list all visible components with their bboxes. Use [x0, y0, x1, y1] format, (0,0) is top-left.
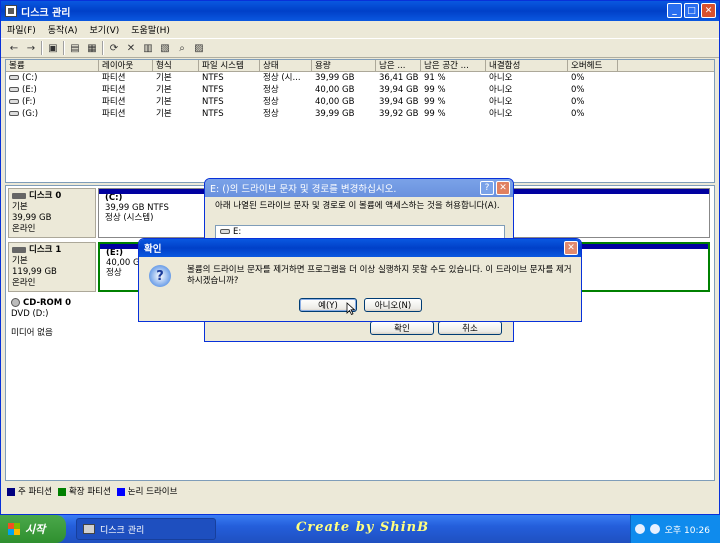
column-layout[interactable]: 레이아웃: [99, 60, 153, 71]
disk-management-icon: [5, 5, 17, 17]
table-row[interactable]: (G:) 파티션 기본 NTFS 정상 39,99 GB 39,92 GB 99…: [6, 108, 714, 120]
cd-drive-icon: [11, 298, 20, 307]
taskbar-item-disk-management[interactable]: 디스크 관리: [76, 518, 216, 540]
confirm-dialog-titlebar[interactable]: 확인: [139, 239, 581, 257]
delete-icon[interactable]: ✕: [124, 41, 138, 55]
column-volume[interactable]: 볼륨: [6, 60, 99, 71]
column-percent-free[interactable]: 남은 공간 ...: [421, 60, 486, 71]
tray-volume-icon[interactable]: [649, 524, 660, 534]
change-dialog-title: E: ()의 드라이브 문자 및 경로를 변경하십시오.: [210, 184, 397, 195]
drive-icon: [220, 229, 230, 234]
drive-icon: [9, 75, 19, 80]
toolbar-separator: [63, 41, 65, 55]
window-titlebar[interactable]: 디스크 관리 _ □ ✕: [1, 1, 719, 21]
hard-disk-icon: [12, 192, 26, 199]
legend-logical: 논리 드라이브: [116, 485, 177, 497]
window-title: 디스크 관리: [21, 7, 71, 19]
volume-list-header: 볼륨 레이아웃 형식 파일 시스템 상태 용량 남은 ... 남은 공간 ...…: [6, 60, 714, 72]
change-dialog-titlebar[interactable]: E: ()의 드라이브 문자 및 경로를 변경하십시오.: [205, 179, 513, 197]
column-fault-tolerance[interactable]: 내결함성: [486, 60, 568, 71]
menu-action[interactable]: 동작(A): [48, 23, 78, 36]
minimize-button[interactable]: _: [667, 3, 682, 18]
legend: 주 파티션 확장 파티션 논리 드라이브: [7, 485, 177, 497]
legend-extended: 확장 파티션: [57, 485, 111, 497]
column-status[interactable]: 상태: [260, 60, 312, 71]
toolbar: ← → ▣ ▤ ▦ ⟳ ✕ ▥ ▧ ⌕ ▨: [1, 38, 719, 58]
change-dialog-close-button[interactable]: ✕: [496, 181, 510, 195]
drive-icon: [9, 99, 19, 104]
primary-partition-swatch: [7, 487, 15, 496]
menubar: 파일(F) 동작(A) 보기(V) 도움말(H): [1, 21, 719, 37]
change-dialog-description: 아래 나열된 드라이브 문자 및 경로로 이 볼륨에 액세스하는 것을 허용합니…: [215, 201, 500, 211]
column-free-space[interactable]: 남은 ...: [376, 60, 421, 71]
settings-icon[interactable]: ▨: [192, 41, 206, 55]
menu-view[interactable]: 보기(V): [90, 23, 120, 36]
menu-file[interactable]: 파일(F): [7, 23, 36, 36]
column-capacity[interactable]: 용량: [312, 60, 376, 71]
refresh-icon[interactable]: ⟳: [107, 41, 121, 55]
system-tray: 오후 10:26: [630, 515, 720, 543]
properties-icon[interactable]: ▤: [68, 41, 82, 55]
change-dialog-ok-button[interactable]: 확인: [370, 321, 434, 335]
start-button[interactable]: 시작: [0, 515, 66, 543]
no-button[interactable]: 아니오(N): [364, 298, 422, 312]
drive-icon: [9, 87, 19, 92]
volume-icon[interactable]: ▧: [158, 41, 172, 55]
tray-network-icon[interactable]: [634, 524, 645, 534]
legend-primary: 주 파티션: [7, 485, 52, 497]
toolbar-separator: [41, 41, 43, 55]
windows-logo-icon: [8, 523, 20, 535]
back-arrow-icon[interactable]: ←: [7, 41, 21, 55]
table-row[interactable]: (C:) 파티션 기본 NTFS 정상 (시... 39,99 GB 36,41…: [6, 72, 714, 84]
clock[interactable]: 오후 10:26: [665, 523, 710, 536]
search-icon[interactable]: ⌕: [175, 41, 189, 55]
logical-drive-swatch: [116, 487, 125, 496]
toolbar-separator: [102, 41, 104, 55]
cdrom-label-0[interactable]: CD-ROM 0 DVD (D:) 미디어 없음: [8, 296, 96, 338]
console-tree-icon[interactable]: ▣: [46, 41, 60, 55]
column-type[interactable]: 형식: [153, 60, 199, 71]
close-button[interactable]: ✕: [701, 3, 716, 18]
hard-disk-icon: [12, 246, 26, 253]
confirm-dialog-close-button[interactable]: ✕: [564, 241, 578, 255]
help-button[interactable]: ?: [480, 181, 494, 195]
menu-help[interactable]: 도움말(H): [131, 23, 170, 36]
drive-path-list[interactable]: E:: [215, 225, 505, 239]
volume-list: 볼륨 레이아웃 형식 파일 시스템 상태 용량 남은 ... 남은 공간 ...…: [5, 59, 715, 183]
confirm-dialog-title: 확인: [144, 244, 162, 255]
drive-icon: [9, 111, 19, 116]
disk-label-0[interactable]: 디스크 0 기본 39,99 GB 온라인: [8, 188, 96, 238]
column-overhead[interactable]: 오버헤드: [568, 60, 618, 71]
help-icon[interactable]: ▦: [85, 41, 99, 55]
column-file-system[interactable]: 파일 시스템: [199, 60, 260, 71]
disk-label-1[interactable]: 디스크 1 기본 119,99 GB 온라인: [8, 242, 96, 292]
taskbar: 시작 디스크 관리 Create by ShinB 오후 10:26: [0, 515, 720, 543]
change-dialog-cancel-button[interactable]: 취소: [438, 321, 502, 335]
extended-partition-swatch: [57, 487, 66, 496]
table-row[interactable]: (E:) 파티션 기본 NTFS 정상 40,00 GB 39,94 GB 99…: [6, 84, 714, 96]
confirm-dialog: 확인 ✕ ? 볼륨의 드라이브 문자를 제거하면 프로그램을 더 이상 실행하지…: [138, 238, 582, 322]
disk-management-icon: [83, 524, 95, 534]
question-icon: ?: [149, 265, 171, 287]
disk-properties-icon[interactable]: ▥: [141, 41, 155, 55]
maximize-button[interactable]: □: [684, 3, 699, 18]
mouse-cursor-icon: [346, 302, 356, 316]
table-row[interactable]: (F:) 파티션 기본 NTFS 정상 40,00 GB 39,94 GB 99…: [6, 96, 714, 108]
confirm-message: 볼륨의 드라이브 문자를 제거하면 프로그램을 더 이상 실행하지 못할 수도 …: [187, 265, 572, 286]
watermark-text: Create by ShinB: [296, 520, 430, 535]
forward-arrow-icon[interactable]: →: [24, 41, 38, 55]
